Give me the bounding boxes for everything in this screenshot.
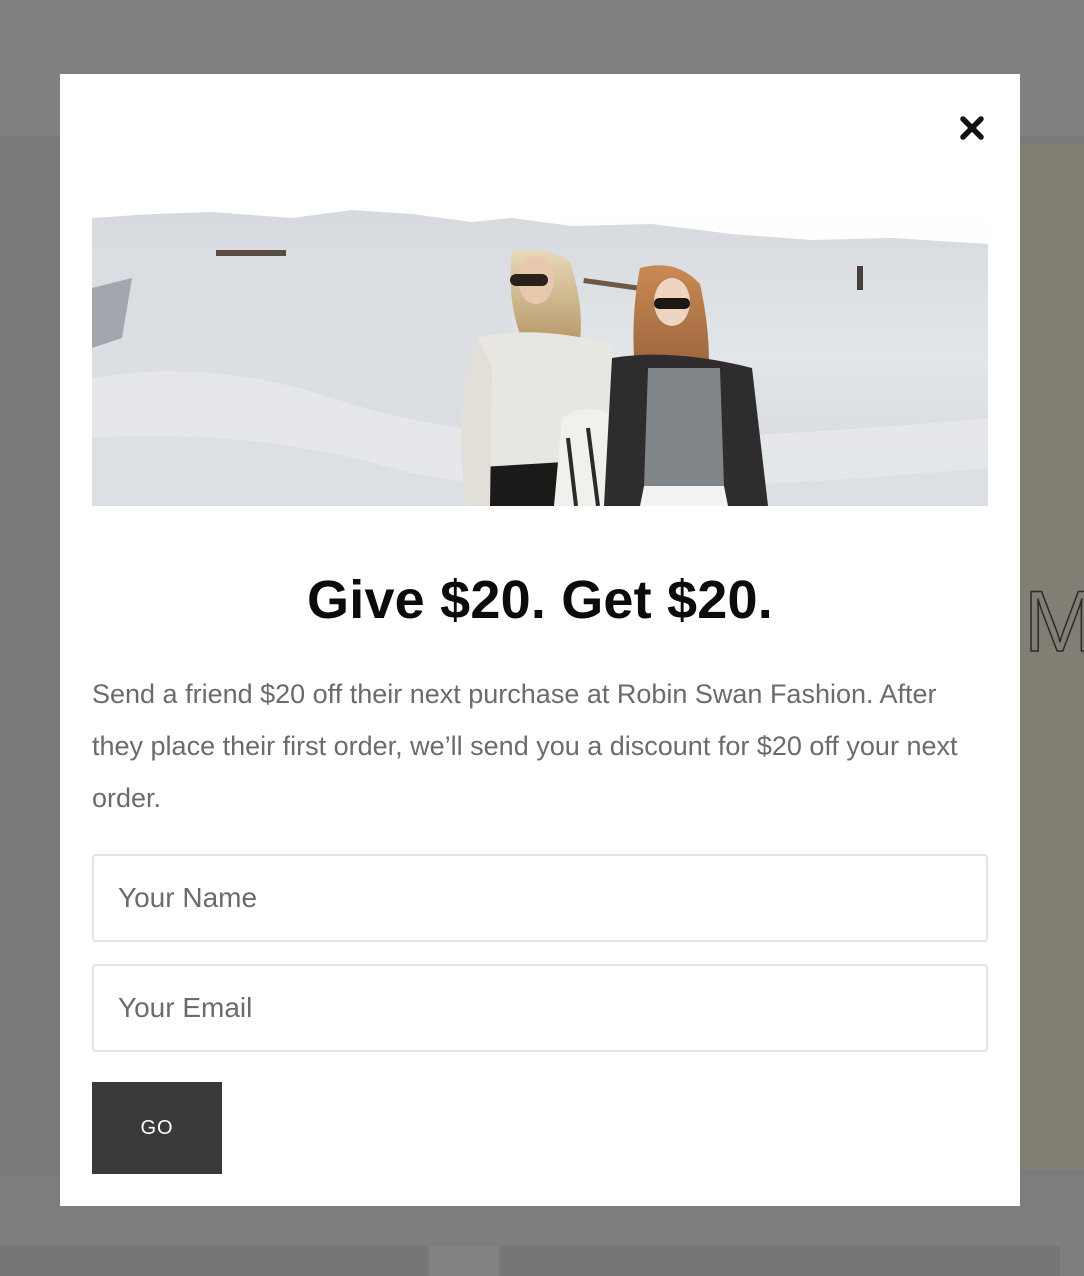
background-card xyxy=(500,1246,1060,1276)
name-input[interactable] xyxy=(92,854,988,942)
background-card xyxy=(430,1246,498,1276)
description: Send a friend $20 off their next purchas… xyxy=(92,679,958,813)
close-button[interactable] xyxy=(956,112,988,144)
close-icon xyxy=(960,116,984,140)
referral-modal: Give $20. Get $20. Send a friend $20 off… xyxy=(60,74,1020,1206)
background-hero-letter: M xyxy=(1023,573,1084,671)
email-input[interactable] xyxy=(92,964,988,1052)
page: M Give $20. Get $20. Send a friend $20 o… xyxy=(0,0,1084,1276)
background-card xyxy=(0,1246,428,1276)
go-button[interactable]: GO xyxy=(92,1082,222,1174)
hero-photo xyxy=(92,208,988,506)
headline: Give $20. Get $20. xyxy=(307,570,773,630)
